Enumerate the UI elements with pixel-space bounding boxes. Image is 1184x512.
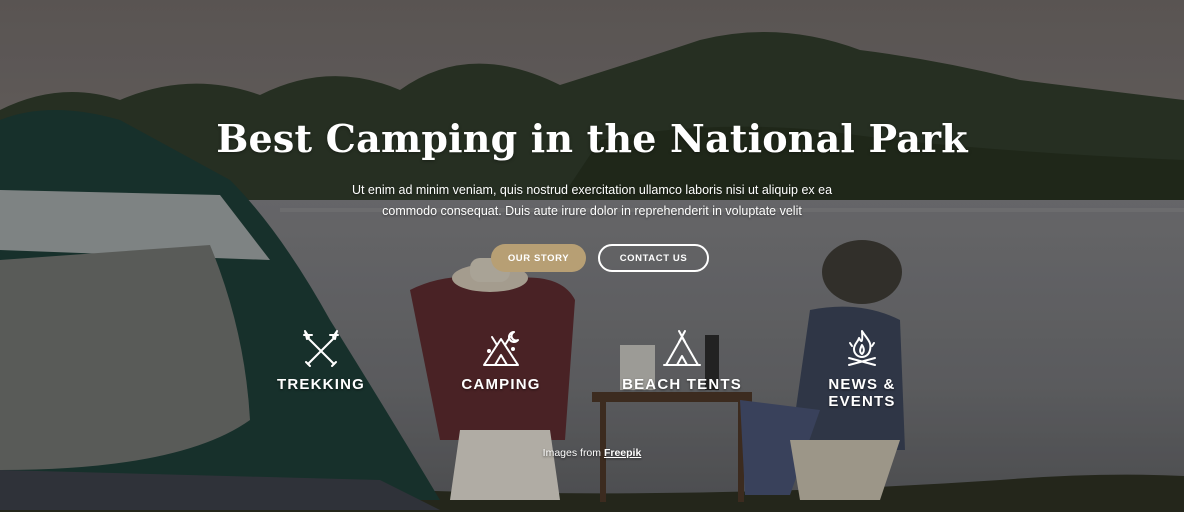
trekking-poles-icon — [303, 330, 339, 367]
image-credit: Images from Freepik — [0, 447, 1184, 459]
feature-trekking[interactable]: TREKKING — [236, 327, 406, 393]
feature-camping[interactable]: CAMPING — [416, 327, 586, 393]
feature-news-events[interactable]: NEWS & EVENTS — [777, 327, 947, 410]
our-story-button[interactable]: OUR STORY — [491, 244, 586, 272]
hero-section: Best Camping in the National Park Ut eni… — [0, 0, 1184, 512]
hero-content: Best Camping in the National Park Ut eni… — [0, 0, 1184, 512]
hero-description: Ut enim ad minim veniam, quis nostrud ex… — [342, 180, 842, 222]
hero-description-line-1: Ut enim ad minim veniam, quis nostrud ex… — [351, 183, 833, 197]
feature-label-camping: CAMPING — [461, 376, 541, 393]
teepee-icon — [663, 330, 701, 366]
contact-us-button[interactable]: CONTACT US — [598, 244, 709, 272]
hero-description-line-2: commodo consequat. Duis aute irure dolor… — [382, 204, 802, 218]
feature-label-news-line-1: NEWS & — [828, 376, 896, 393]
feature-beach-tents[interactable]: BEACH TENTS — [597, 327, 767, 393]
page-title: Best Camping in the National Park — [216, 116, 968, 161]
feature-label-beach-tents: BEACH TENTS — [622, 376, 742, 393]
feature-label-news-events: NEWS & EVENTS — [777, 376, 947, 410]
feature-label-trekking: TREKKING — [277, 376, 365, 393]
campfire-icon — [848, 330, 876, 366]
freepik-link[interactable]: Freepik — [604, 447, 641, 459]
tent-moon-icon — [483, 331, 519, 366]
image-credit-prefix: Images from — [542, 447, 602, 459]
feature-label-news-line-2: EVENTS — [828, 393, 896, 410]
